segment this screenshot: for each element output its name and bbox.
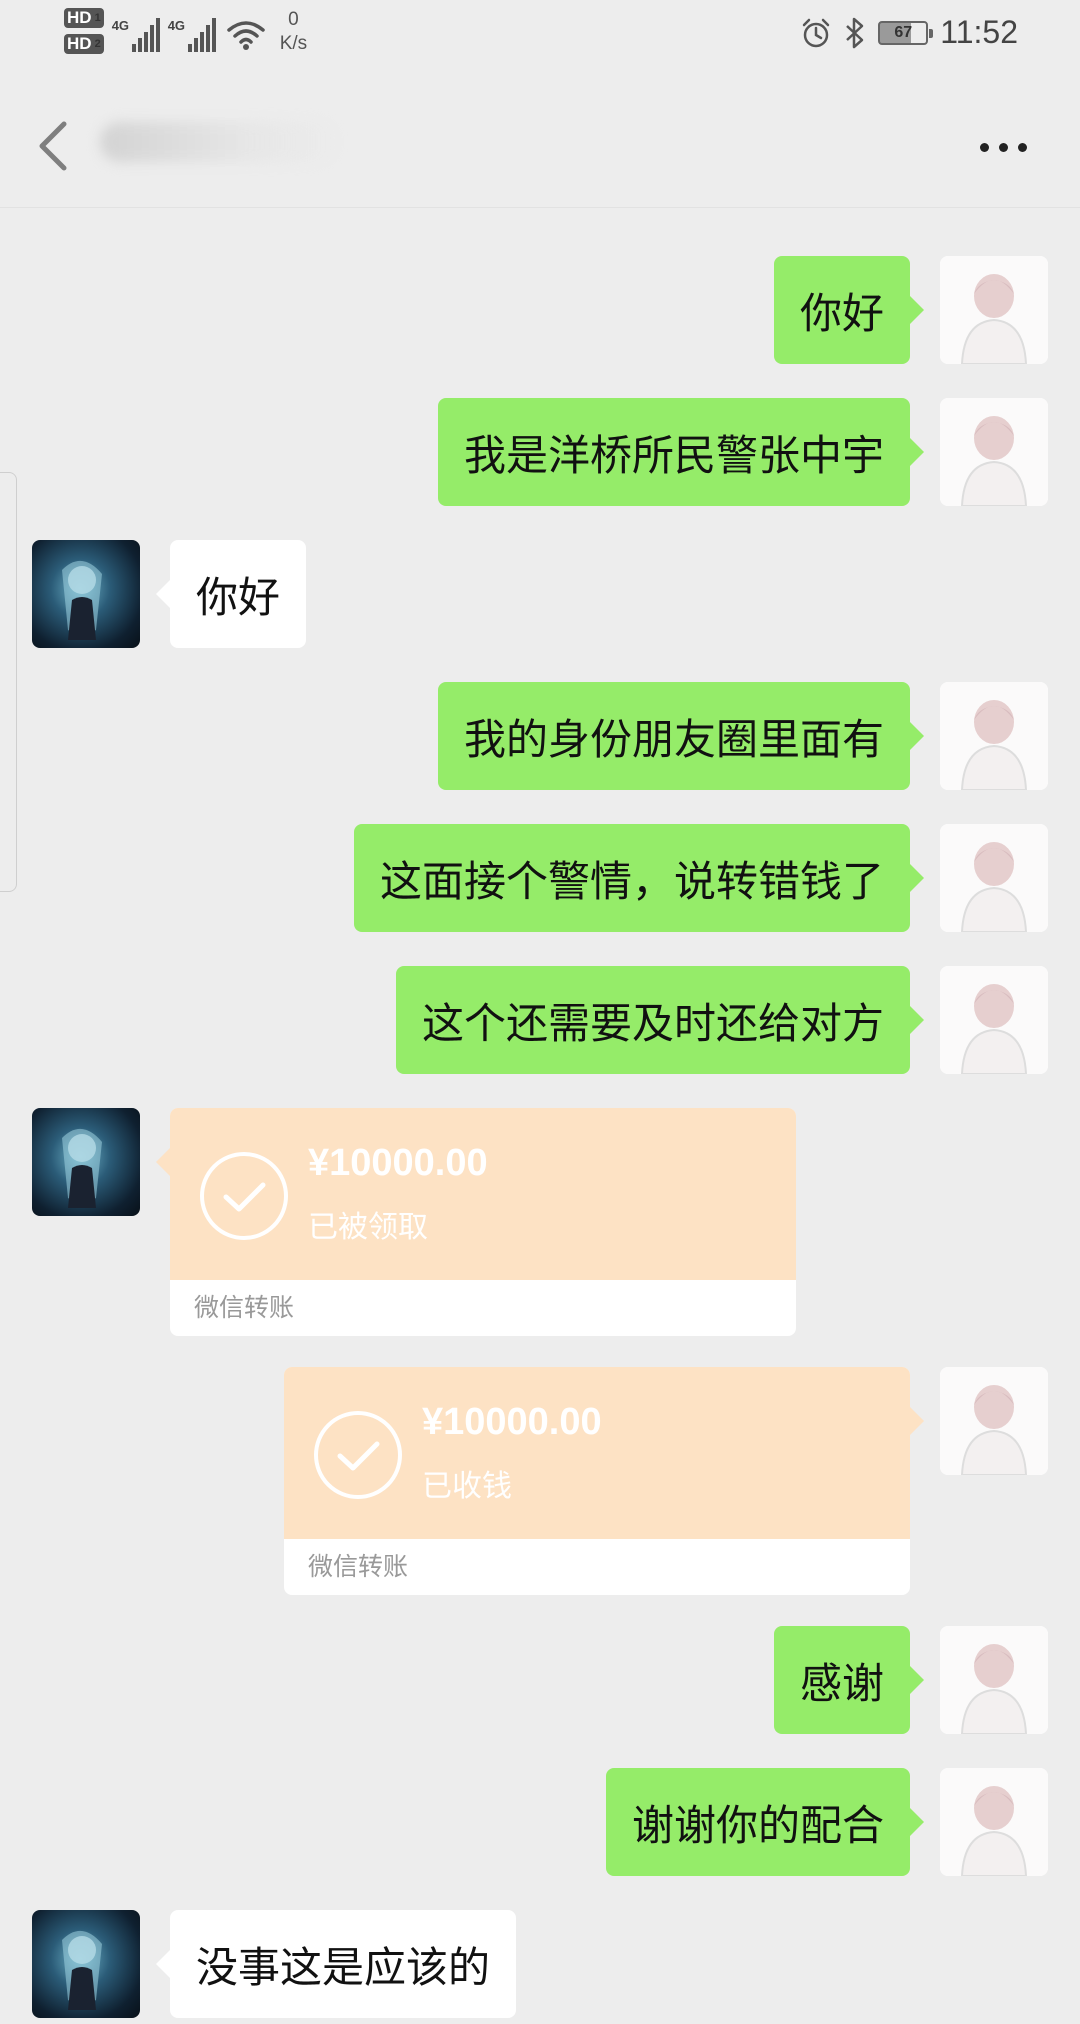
signal-strength-1-icon: 4G [112,12,160,52]
transfer-status: 已被领取 [308,1210,428,1245]
network-speed-unit: K/s [279,33,308,54]
chat-title-blurred [100,122,340,162]
side-drawer-edge [0,472,17,892]
transfer-status: 已收钱 [422,1469,512,1504]
my-avatar[interactable] [940,398,1048,506]
check-circle-icon [200,1152,288,1240]
network-speed-value: 0 [288,9,299,30]
wifi-icon [226,21,265,50]
alarm-icon [803,18,830,47]
contact-avatar[interactable] [32,540,140,648]
check-circle-icon [314,1411,402,1499]
clock: 11:52 [940,14,1018,50]
status-bar: HD 1 HD 2 4G 4G 0 K/s 67 11:52 [0,0,1080,82]
incoming-message-bubble[interactable]: 你好 [155,540,307,648]
more-dots-icon[interactable] [980,132,1040,162]
transfer-footer-label: 微信转账 [194,1293,295,1322]
incoming-message-bubble[interactable]: 没事这是应该的 [155,1910,517,2018]
outgoing-message-bubble[interactable]: 你好 [773,256,925,364]
transfer-amount: ¥10000.00 [422,1401,602,1443]
my-avatar[interactable] [940,1768,1048,1876]
hd2-badge: HD 2 [64,34,104,54]
contact-avatar[interactable] [32,1910,140,2018]
network-speed: 0 K/s [280,8,307,56]
outgoing-message-bubble[interactable]: 这面接个警情，说转错钱了 [353,824,925,932]
chevron-left-icon[interactable] [30,110,80,180]
transfer-amount: ¥10000.00 [308,1142,488,1184]
my-avatar[interactable] [940,1626,1048,1734]
transfer-footer-label: 微信转账 [308,1552,409,1581]
my-avatar[interactable] [940,824,1048,932]
battery-level: 67 [894,23,913,41]
signal-strength-2-icon: 4G [168,12,216,52]
my-avatar[interactable] [940,682,1048,790]
my-avatar[interactable] [940,256,1048,364]
outgoing-message-bubble[interactable]: 谢谢你的配合 [605,1768,925,1876]
outgoing-message-bubble[interactable]: 感谢 [773,1626,925,1734]
bluetooth-icon [846,17,864,48]
transfer-card[interactable]: ¥10000.00 已被领取 微信转账 [170,1108,796,1336]
my-avatar[interactable] [940,1367,1048,1475]
contact-avatar[interactable] [32,1108,140,1216]
outgoing-message-bubble[interactable]: 我是洋桥所民警张中宇 [437,398,925,506]
outgoing-message-bubble[interactable]: 这个还需要及时还给对方 [395,966,925,1074]
chat-header [0,82,1080,208]
hd1-badge: HD 1 [64,8,104,28]
my-avatar[interactable] [940,966,1048,1074]
outgoing-message-bubble[interactable]: 我的身份朋友圈里面有 [437,682,925,790]
transfer-card[interactable]: ¥10000.00 已收钱 微信转账 [284,1367,910,1595]
battery-icon: 67 [878,20,934,45]
